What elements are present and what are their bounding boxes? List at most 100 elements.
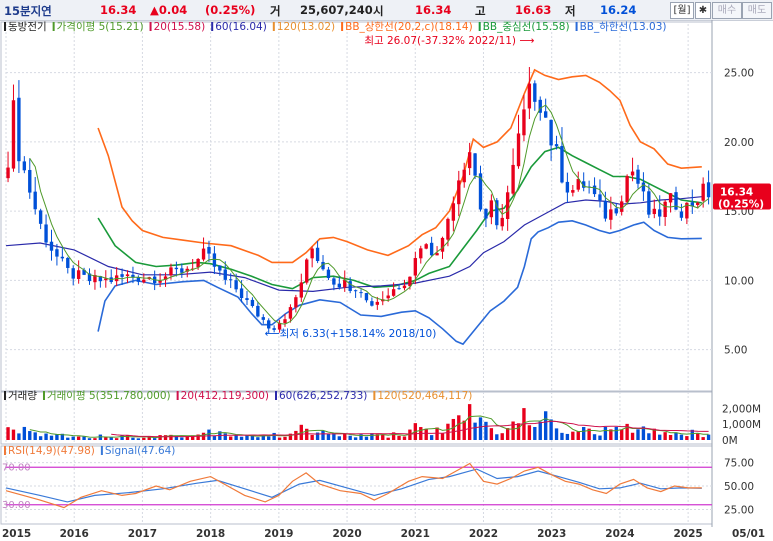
volume-bar <box>516 423 521 440</box>
candle-body <box>11 100 16 169</box>
volume-bar <box>6 427 10 440</box>
price-legend-item: 20(15.58) <box>154 21 206 33</box>
candle-body <box>419 248 423 259</box>
candle-body <box>473 153 477 176</box>
candle-body <box>337 283 341 288</box>
volume-bar <box>152 438 157 440</box>
volume-bar <box>267 436 271 440</box>
candle-body <box>391 289 396 296</box>
candle-body <box>60 256 65 259</box>
candle-body <box>641 182 646 192</box>
candle-body <box>223 269 227 280</box>
candle-body <box>49 241 54 251</box>
candle-body <box>180 268 184 273</box>
candle-body <box>620 201 624 212</box>
sell-button[interactable]: 매도 <box>742 2 772 19</box>
volume-bar <box>560 432 564 440</box>
candle-body <box>706 182 711 198</box>
chart-axes: 25.0020.0015.0010.005.002,000M1,000M0M75… <box>2 68 765 540</box>
candle-body <box>663 201 667 217</box>
rsi-band-label: 70.00 <box>2 462 31 473</box>
price-legend-item: BB_하한선(13.03) <box>580 20 667 33</box>
candle-body <box>76 270 81 279</box>
volume-value: 25,607,240 <box>300 3 373 17</box>
volume-bar <box>668 434 673 440</box>
volume-bar <box>614 426 618 440</box>
candle-body <box>299 282 303 298</box>
x-tick-label: 2016 <box>60 528 89 540</box>
candle-body <box>332 278 336 285</box>
candle-body <box>658 209 662 217</box>
volume-bar <box>250 435 255 440</box>
high-annotation: 최고 26.07(-37.32% 2022/11) ⟶ <box>364 35 534 47</box>
candle-body <box>229 279 233 281</box>
volume-bar <box>277 437 282 440</box>
price-change-percent: (0.25%) <box>205 3 256 17</box>
candle-body <box>44 224 48 243</box>
candle-body <box>201 248 206 260</box>
volume-bar <box>28 431 32 440</box>
candle-body <box>212 253 217 267</box>
volume-bar <box>180 437 184 440</box>
candle-body <box>679 211 684 218</box>
candle-body <box>250 299 255 307</box>
volume-bar <box>55 434 59 440</box>
volume-tick-label: 2,000M <box>722 403 761 415</box>
x-tick-label: 2024 <box>605 528 634 540</box>
volume-bar <box>364 436 369 440</box>
period-label[interactable]: 15분지연 <box>4 3 52 19</box>
candle-body <box>696 202 700 206</box>
candle-body <box>370 301 374 306</box>
legend-swatch <box>4 22 6 31</box>
volume-bar <box>658 434 662 440</box>
price-legend-item: 가격이평 5(15.21) <box>57 20 144 33</box>
candle-body <box>554 144 559 147</box>
quote-toolbar: 15분지연 16.34 ▲0.04 (0.25%) 거 25,607,240 시… <box>0 0 773 21</box>
volume-bar <box>402 436 407 440</box>
x-tick-label: 2022 <box>469 528 498 540</box>
candle-body <box>668 193 673 203</box>
interval-button[interactable]: [월] <box>670 2 694 19</box>
legend-swatch <box>341 22 344 31</box>
volume-bar <box>397 435 401 440</box>
candle-body <box>630 171 635 176</box>
candle-body <box>522 109 526 136</box>
open-label: 시 <box>373 4 384 18</box>
candle-body <box>6 167 10 179</box>
legend-swatch <box>275 391 277 400</box>
candle-body <box>571 190 575 193</box>
volume-bar <box>685 436 689 440</box>
buy-button[interactable]: 매수 <box>712 2 742 19</box>
volume-bar <box>701 437 705 440</box>
volume-bar <box>478 417 483 440</box>
volume-bar <box>592 434 597 440</box>
rsi-tick-label: 25.00 <box>724 504 754 516</box>
volume-legend-item: 60(626,252,733) <box>279 390 367 402</box>
volume-bar <box>457 415 461 440</box>
gear-icon[interactable]: ✱ <box>695 2 711 19</box>
candle-body <box>609 209 613 220</box>
legend-swatch <box>272 22 275 31</box>
price-tick-label: 10.00 <box>724 275 754 287</box>
candle-body <box>28 169 32 193</box>
volume-bar <box>451 418 456 440</box>
candle-body <box>136 277 141 282</box>
volume-bar <box>207 429 211 440</box>
x-tick-label: 05/01 <box>732 528 765 540</box>
volume-bar <box>424 428 428 440</box>
candle-body <box>364 293 369 301</box>
volume-bar <box>22 426 27 440</box>
candle-body <box>158 280 162 283</box>
candle-body <box>701 183 705 201</box>
volume-legend-item: 거래량 <box>8 390 37 402</box>
candle-body <box>500 217 504 227</box>
price-tick-label: 25.00 <box>724 68 754 80</box>
high-label: 고 <box>475 4 486 18</box>
bb-lower-line <box>97 219 702 346</box>
candle-body <box>516 133 521 167</box>
volume-bar <box>229 436 233 440</box>
candle-body <box>169 267 173 276</box>
candle-body <box>326 269 331 279</box>
candle-body <box>125 274 130 277</box>
volume-bar <box>326 433 331 440</box>
